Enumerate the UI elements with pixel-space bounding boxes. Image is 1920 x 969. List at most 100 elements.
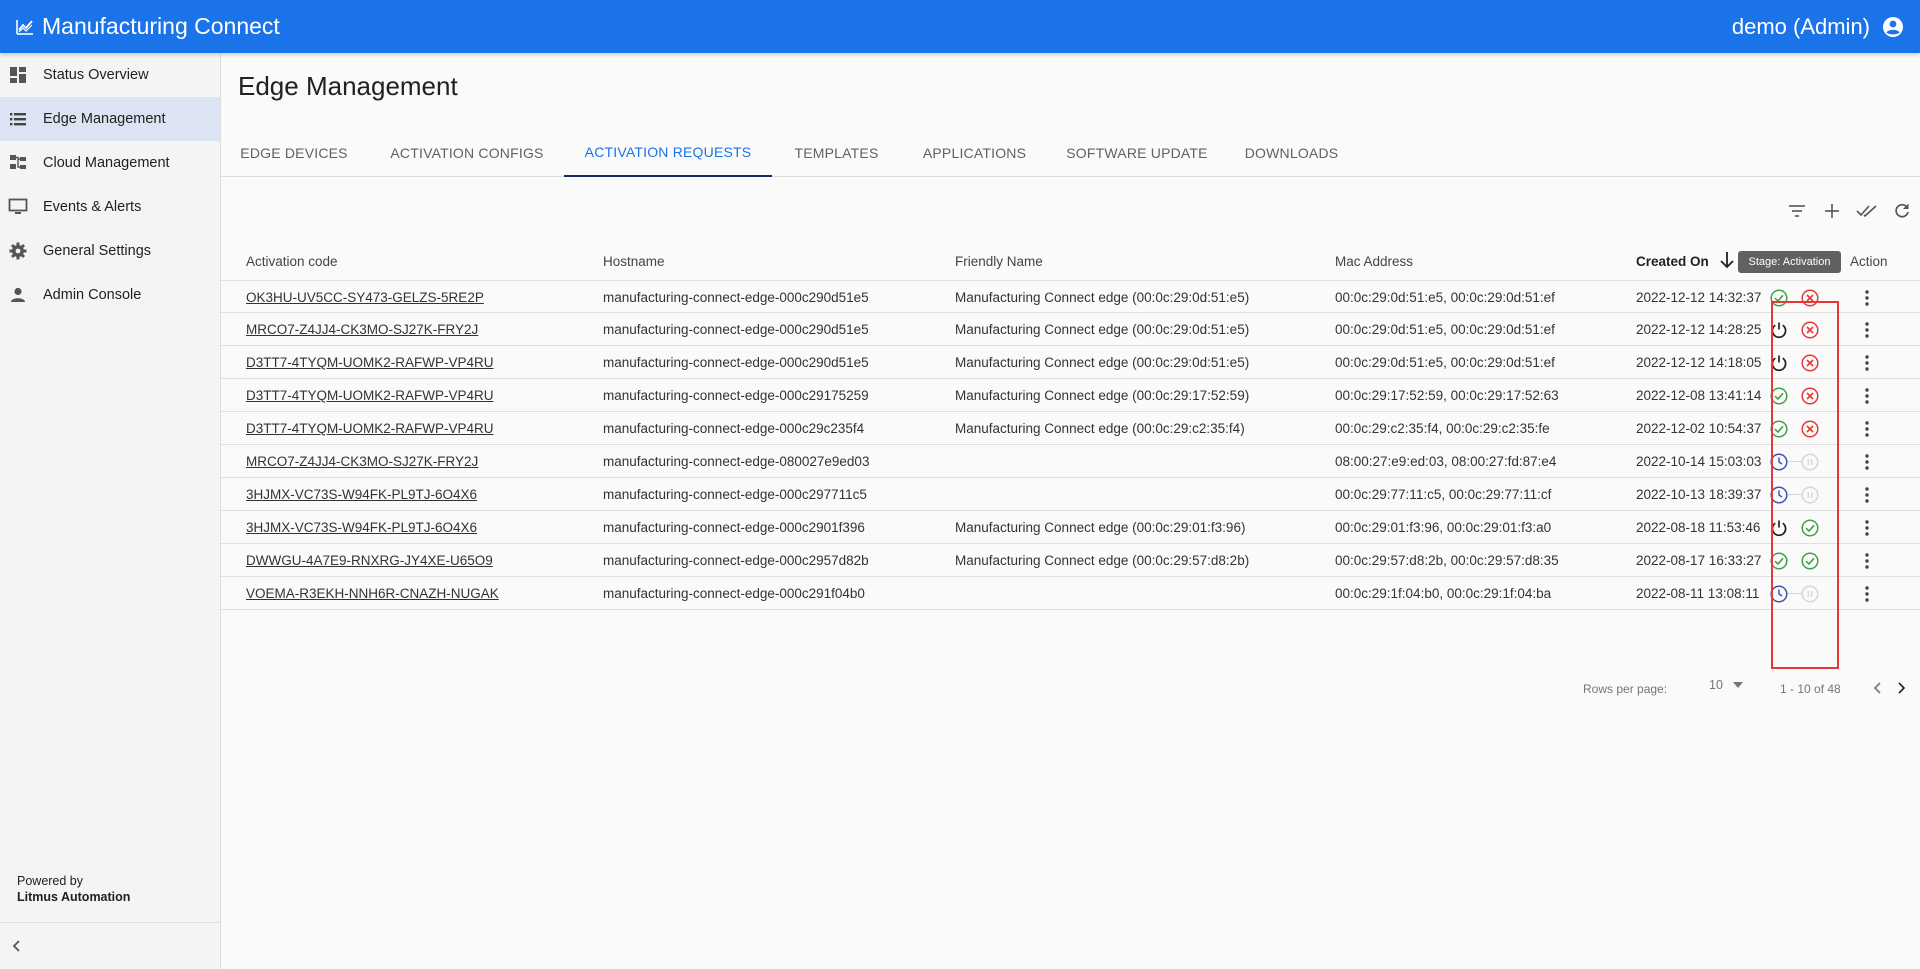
account-circle-icon[interactable] xyxy=(1882,16,1904,38)
tab-templates[interactable]: TEMPLATES xyxy=(772,129,901,177)
sidebar-item-label: Events & Alerts xyxy=(43,199,142,215)
stage-tooltip: Stage: Activation xyxy=(1738,251,1841,273)
sidebar-item-label: Admin Console xyxy=(43,287,142,303)
created-on-cell: 2022-12-08 13:41:14 xyxy=(1636,388,1762,403)
page-range: 1 - 10 of 48 xyxy=(1780,682,1841,696)
more-vertical-icon xyxy=(1865,519,1869,536)
sidebar-item-edge-management[interactable]: Edge Management xyxy=(0,97,220,141)
more-vertical-icon xyxy=(1865,321,1869,338)
row-action-menu-button[interactable] xyxy=(1857,550,1877,571)
refresh-icon xyxy=(1895,203,1909,218)
table-row: MRCO7-Z4JJ4-CK3MO-SJ27K-FRY2J manufactur… xyxy=(221,313,1920,346)
activation-code-link[interactable]: OK3HU-UV5CC-SY473-GELZS-5RE2P xyxy=(246,281,484,314)
tab-activation-requests[interactable]: ACTIVATION REQUESTS xyxy=(564,129,772,177)
table-row: D3TT7-4TYQM-UOMK2-RAFWP-VP4RU manufactur… xyxy=(221,346,1920,379)
sidebar-item-status-overview[interactable]: Status Overview xyxy=(0,53,220,97)
created-on-cell: 2022-12-02 10:54:37 xyxy=(1636,421,1762,436)
tab-downloads[interactable]: DOWNLOADS xyxy=(1226,129,1357,177)
sort-desc-button[interactable] xyxy=(1719,250,1735,275)
table-row: 3HJMX-VC73S-W94FK-PL9TJ-6O4X6 manufactur… xyxy=(221,478,1920,511)
chevron-left-icon xyxy=(1873,682,1881,694)
friendly-name-cell: Manufacturing Connect edge (00:0c:29:c2:… xyxy=(955,421,1245,436)
sidebar-item-events-alerts[interactable]: Events & Alerts xyxy=(0,185,220,229)
top-app-bar: Manufacturing Connect demo (Admin) xyxy=(0,0,1920,53)
rows-per-page-value: 10 xyxy=(1709,678,1723,692)
main-content: Edge Management EDGE DEVICES ACTIVATION … xyxy=(221,53,1920,969)
tab-activation-configs[interactable]: ACTIVATION CONFIGS xyxy=(367,129,567,177)
row-action-menu-button[interactable] xyxy=(1857,287,1877,308)
more-vertical-icon xyxy=(1865,289,1869,306)
company-name: Litmus Automation xyxy=(17,890,131,904)
gear-icon xyxy=(8,241,28,261)
row-action-menu-button[interactable] xyxy=(1857,583,1877,604)
created-on-cell: 2022-10-14 15:03:03 xyxy=(1636,454,1762,469)
mac-address-cell: 00:0c:29:57:d8:2b, 00:0c:29:57:d8:35 xyxy=(1335,553,1559,568)
refresh-button[interactable] xyxy=(1890,199,1914,223)
row-action-menu-button[interactable] xyxy=(1857,385,1877,406)
hostname-cell: manufacturing-connect-edge-000c291f04b0 xyxy=(603,586,865,601)
more-vertical-icon xyxy=(1865,552,1869,569)
table-row: OK3HU-UV5CC-SY473-GELZS-5RE2P manufactur… xyxy=(221,280,1920,313)
sidebar-item-label: Status Overview xyxy=(43,67,149,83)
hostname-cell: manufacturing-connect-edge-000c290d51e5 xyxy=(603,355,869,370)
row-action-menu-button[interactable] xyxy=(1857,418,1877,439)
created-on-cell: 2022-08-11 13:08:11 xyxy=(1636,586,1760,601)
activation-code-link[interactable]: D3TT7-4TYQM-UOMK2-RAFWP-VP4RU xyxy=(246,346,494,379)
activation-code-link[interactable]: DWWGU-4A7E9-RNXRG-JY4XE-U65O9 xyxy=(246,544,493,577)
arrow-down-icon xyxy=(1720,252,1734,269)
dashboard-icon xyxy=(8,65,28,85)
hierarchy-icon xyxy=(8,153,28,173)
mac-address-cell: 00:0c:29:0d:51:e5, 00:0c:29:0d:51:ef xyxy=(1335,322,1555,337)
activation-code-link[interactable]: MRCO7-Z4JJ4-CK3MO-SJ27K-FRY2J xyxy=(246,313,478,346)
table-row: D3TT7-4TYQM-UOMK2-RAFWP-VP4RU manufactur… xyxy=(221,379,1920,412)
filter-icon xyxy=(1789,205,1805,217)
list-icon xyxy=(8,109,28,129)
friendly-name-cell: Manufacturing Connect edge (00:0c:29:57:… xyxy=(955,553,1250,568)
header-hostname: Hostname xyxy=(603,254,665,269)
sidebar-item-cloud-management[interactable]: Cloud Management xyxy=(0,141,220,185)
tab-applications[interactable]: APPLICATIONS xyxy=(901,129,1048,177)
next-page-button[interactable] xyxy=(1891,678,1911,698)
sidebar: Status Overview Edge Management Cloud Ma… xyxy=(0,53,221,969)
header-created-on[interactable]: Created On xyxy=(1636,254,1709,269)
sidebar-collapse-button[interactable] xyxy=(0,922,220,969)
header-friendly-name: Friendly Name xyxy=(955,254,1043,269)
add-button[interactable] xyxy=(1820,199,1844,223)
table-row: D3TT7-4TYQM-UOMK2-RAFWP-VP4RU manufactur… xyxy=(221,412,1920,445)
monitor-icon xyxy=(8,197,28,217)
tab-bar: EDGE DEVICES ACTIVATION CONFIGS ACTIVATI… xyxy=(221,129,1920,177)
more-vertical-icon xyxy=(1865,585,1869,602)
mac-address-cell: 08:00:27:e9:ed:03, 08:00:27:fd:87:e4 xyxy=(1335,454,1557,469)
row-action-menu-button[interactable] xyxy=(1857,319,1877,340)
row-action-menu-button[interactable] xyxy=(1857,352,1877,373)
activation-code-link[interactable]: D3TT7-4TYQM-UOMK2-RAFWP-VP4RU xyxy=(246,412,494,445)
row-action-menu-button[interactable] xyxy=(1857,484,1877,505)
activation-code-link[interactable]: MRCO7-Z4JJ4-CK3MO-SJ27K-FRY2J xyxy=(246,445,478,478)
app-brand[interactable]: Manufacturing Connect xyxy=(16,13,280,40)
activation-code-link[interactable]: 3HJMX-VC73S-W94FK-PL9TJ-6O4X6 xyxy=(246,478,477,511)
more-vertical-icon xyxy=(1865,387,1869,404)
hostname-cell: manufacturing-connect-edge-000c2957d82b xyxy=(603,553,869,568)
sidebar-item-admin-console[interactable]: Admin Console xyxy=(0,273,220,317)
activation-code-link[interactable]: VOEMA-R3EKH-NNH6R-CNAZH-NUGAK xyxy=(246,577,499,610)
hostname-cell: manufacturing-connect-edge-000c290d51e5 xyxy=(603,322,869,337)
table-row: DWWGU-4A7E9-RNXRG-JY4XE-U65O9 manufactur… xyxy=(221,544,1920,577)
approve-all-button[interactable] xyxy=(1855,199,1879,223)
user-menu[interactable]: demo (Admin) xyxy=(1732,14,1904,40)
row-action-menu-button[interactable] xyxy=(1857,451,1877,472)
header-action: Action xyxy=(1850,254,1888,269)
prev-page-button[interactable] xyxy=(1868,678,1888,698)
created-on-cell: 2022-08-18 11:53:46 xyxy=(1636,520,1761,535)
tab-edge-devices[interactable]: EDGE DEVICES xyxy=(221,129,367,177)
chevron-right-icon xyxy=(1898,682,1906,694)
table-row: VOEMA-R3EKH-NNH6R-CNAZH-NUGAK manufactur… xyxy=(221,577,1920,610)
row-action-menu-button[interactable] xyxy=(1857,517,1877,538)
activation-code-link[interactable]: D3TT7-4TYQM-UOMK2-RAFWP-VP4RU xyxy=(246,379,494,412)
sidebar-item-general-settings[interactable]: General Settings xyxy=(0,229,220,273)
user-name: demo (Admin) xyxy=(1731,13,1870,39)
double-check-icon xyxy=(1856,205,1877,218)
activation-code-link[interactable]: 3HJMX-VC73S-W94FK-PL9TJ-6O4X6 xyxy=(246,511,477,544)
tab-software-update[interactable]: SOFTWARE UPDATE xyxy=(1048,129,1226,177)
rows-per-page-select[interactable]: 10 xyxy=(1709,678,1743,692)
filter-button[interactable] xyxy=(1785,199,1809,223)
